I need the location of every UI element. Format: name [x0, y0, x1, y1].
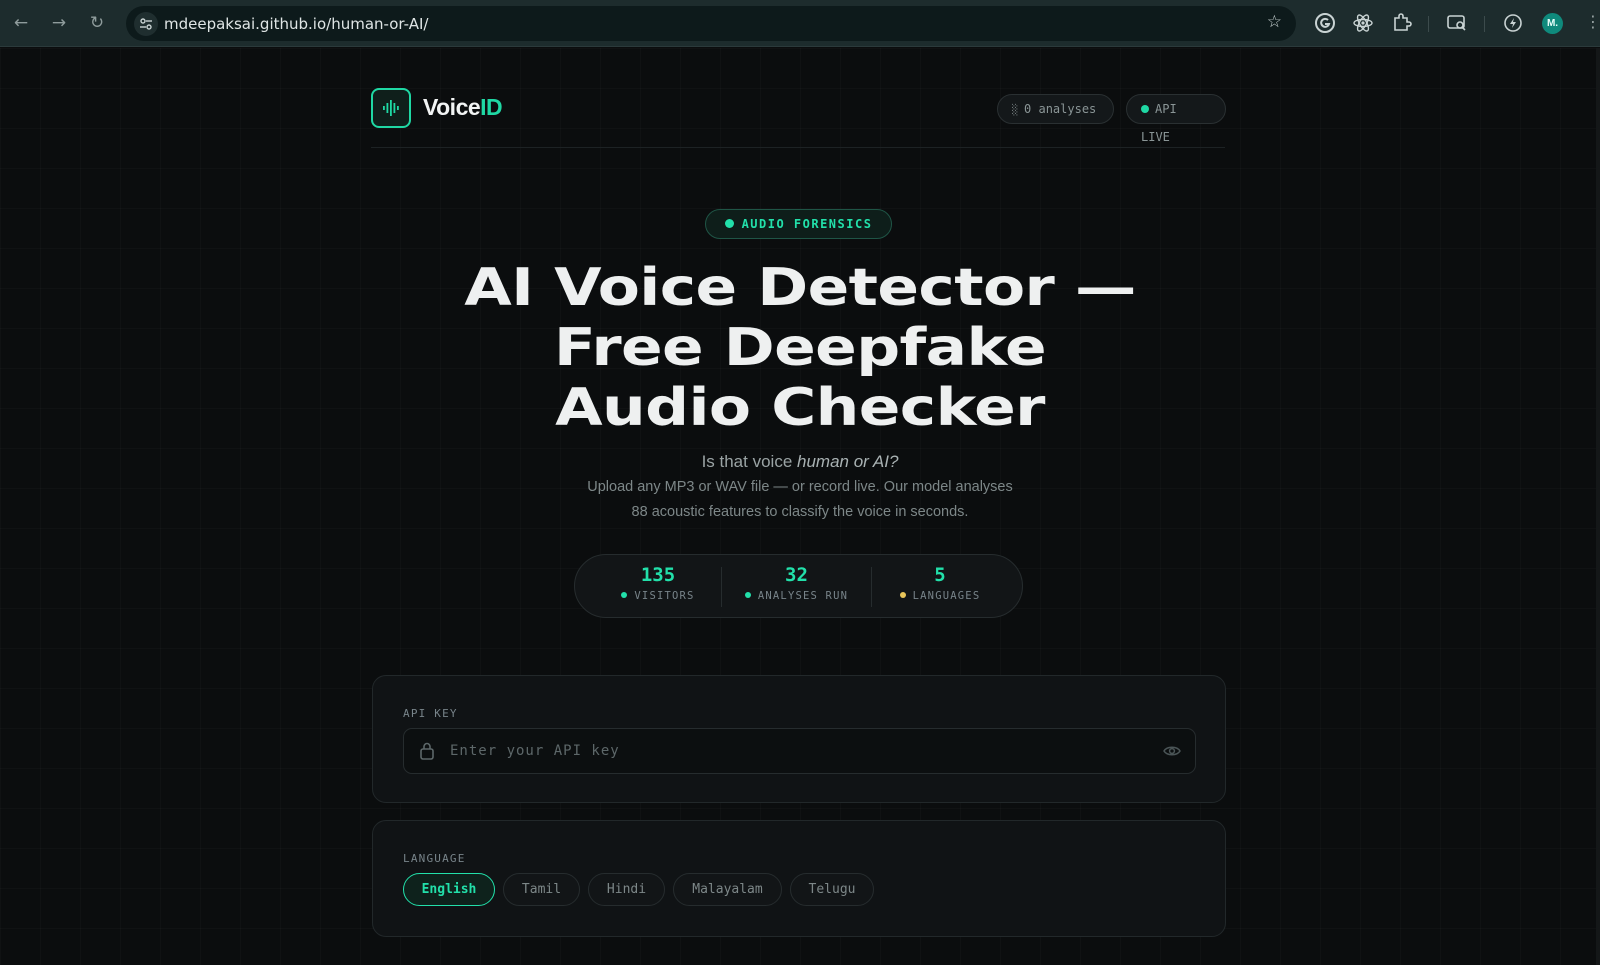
hero-title-line-3: Audio Checker: [555, 378, 1045, 438]
language-option-tamil[interactable]: Tamil: [503, 873, 580, 906]
language-option-telugu[interactable]: Telugu: [790, 873, 874, 906]
stat-dot: [621, 592, 628, 598]
description-line-2: 88 acoustic features to classify the voi…: [631, 504, 969, 520]
hero-title-line-2: Free Deepfake: [553, 318, 1047, 378]
api-key-field[interactable]: [403, 728, 1196, 774]
stat-visitors: 135 VISITORS: [595, 555, 721, 619]
brand-logo[interactable]: VoiceID: [423, 94, 503, 121]
bookmark-star-icon[interactable]: ☆: [1267, 12, 1282, 32]
language-card: LANGUAGE English Tamil Hindi Malayalam T…: [372, 820, 1226, 937]
browser-toolbar: ← → ↻ mdeepaksai.github.io/human-or-AI/ …: [0, 0, 1600, 47]
stat-label: VISITORS: [634, 590, 695, 602]
description-line-1: Upload any MP3 or WAV file — or record l…: [587, 479, 1013, 495]
hero-title: AI Voice Detector — Free Deepfake Audio …: [300, 258, 1300, 438]
analyses-count-text: 0 analyses: [1024, 102, 1097, 116]
performance-icon[interactable]: [1502, 12, 1524, 34]
api-status-pill: API LIVE: [1126, 94, 1226, 144]
stat-value: 32: [785, 564, 808, 586]
api-key-label: API KEY: [403, 707, 458, 720]
tagline-prefix: Is that voice: [701, 452, 797, 471]
live-status-dot: [1141, 105, 1149, 113]
profile-avatar[interactable]: M.: [1542, 13, 1563, 34]
brand-accent: ID: [480, 94, 503, 120]
toolbar-divider: [1428, 16, 1429, 32]
toolbar-divider: [1484, 16, 1485, 32]
language-option-english[interactable]: English: [403, 873, 495, 906]
section-badge: AUDIO FORENSICS: [705, 209, 892, 239]
reload-icon[interactable]: ↻: [86, 12, 108, 34]
stat-value: 5: [934, 564, 946, 586]
brand-primary: Voice: [423, 94, 481, 120]
badge-dot: [724, 219, 734, 228]
show-password-eye-icon[interactable]: [1163, 743, 1181, 759]
lock-icon: [420, 742, 434, 760]
api-key-input[interactable]: [450, 729, 1140, 773]
address-bar[interactable]: mdeepaksai.github.io/human-or-AI/ ☆: [126, 6, 1296, 41]
language-option-malayalam[interactable]: Malayalam: [673, 873, 782, 906]
badge-text: AUDIO FORENSICS: [741, 217, 873, 231]
waveform-logo-icon[interactable]: [371, 88, 411, 128]
language-label: LANGUAGE: [403, 852, 466, 865]
stat-dot: [744, 592, 751, 598]
hero-tagline: Is that voice human or AI?: [300, 452, 1300, 472]
grammarly-extension-icon[interactable]: [1314, 12, 1336, 34]
stat-languages: 5 LANGUAGES: [872, 555, 1008, 619]
stat-value: 135: [640, 564, 676, 586]
analyses-count-pill: ░ 0 analyses: [997, 94, 1114, 124]
extensions-puzzle-icon[interactable]: [1390, 12, 1412, 34]
hero-description: Upload any MP3 or WAV file — or record l…: [540, 475, 1060, 525]
tagline-emphasis: human or AI?: [797, 452, 899, 471]
stats-bar: 135 VISITORS 32 ANALYSES RUN 5 LANGUAGES: [574, 554, 1023, 618]
react-devtools-icon[interactable]: [1352, 12, 1374, 34]
site-settings-icon[interactable]: [134, 12, 158, 36]
tab-search-icon[interactable]: [1446, 12, 1468, 34]
back-arrow-icon[interactable]: ←: [10, 12, 32, 34]
browser-menu-icon[interactable]: ⋮: [1585, 12, 1600, 32]
api-key-card: API KEY: [372, 675, 1226, 803]
stat-analyses-run: 32 ANALYSES RUN: [722, 555, 871, 619]
site-header: VoiceID ░ 0 analyses API LIVE: [371, 88, 1226, 148]
stat-label: LANGUAGES: [912, 590, 981, 602]
page-content: VoiceID ░ 0 analyses API LIVE AUDIO FOREN…: [0, 48, 1600, 965]
language-option-hindi[interactable]: Hindi: [588, 873, 665, 906]
hero-title-line-1: AI Voice Detector —: [464, 258, 1136, 318]
stat-dot: [899, 592, 906, 598]
forward-arrow-icon[interactable]: →: [48, 12, 70, 34]
url-text[interactable]: mdeepaksai.github.io/human-or-AI/: [164, 15, 428, 33]
stat-label: ANALYSES RUN: [757, 590, 849, 602]
page-scrollbar[interactable]: [1596, 48, 1600, 965]
bar-chart-icon: ░: [1012, 105, 1019, 116]
